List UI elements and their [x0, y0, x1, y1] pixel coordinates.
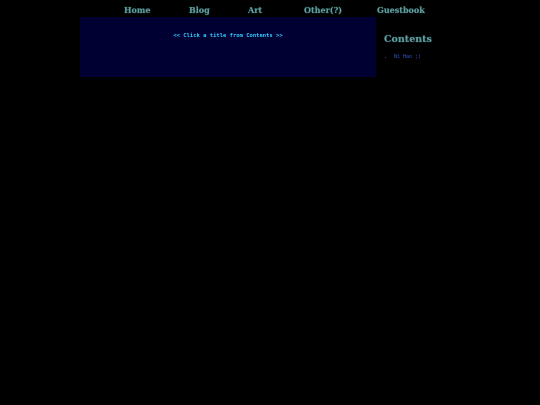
contents-list: Ni Hao ;)	[384, 54, 534, 61]
nav-home-link[interactable]: Home	[124, 5, 150, 15]
nav-blog-link[interactable]: Blog	[189, 5, 210, 15]
contents-sidebar: Contents Ni Hao ;)	[384, 34, 534, 61]
nav-other-link[interactable]: Other(?)	[304, 5, 342, 15]
contents-heading: Contents	[384, 34, 432, 45]
content-hint: << Click a title from Contents >>	[173, 33, 283, 39]
nav-art-link[interactable]: Art	[248, 5, 262, 15]
content-panel: << Click a title from Contents >>	[80, 17, 376, 77]
top-nav: Home Blog Art Other(?) Guestbook	[80, 0, 456, 17]
contents-list-item: Ni Hao ;)	[394, 54, 534, 61]
nav-guestbook-link[interactable]: Guestbook	[377, 5, 425, 15]
contents-item-link[interactable]: Ni Hao ;)	[394, 54, 421, 60]
